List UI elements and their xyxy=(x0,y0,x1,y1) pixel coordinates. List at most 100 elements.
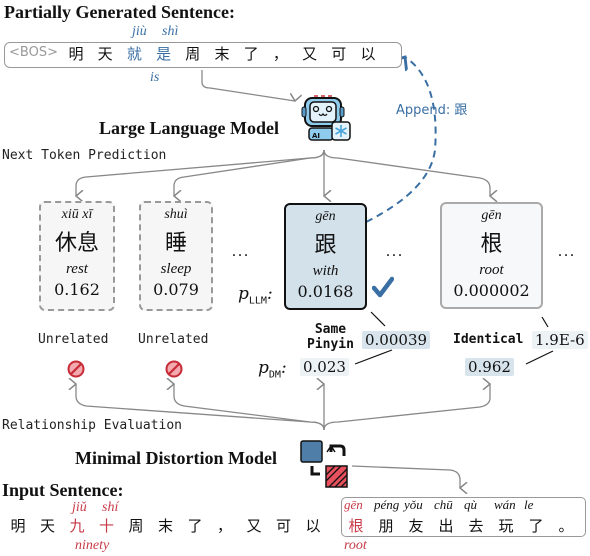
product-line-chosen-top xyxy=(370,311,386,327)
partial-token: 又 xyxy=(302,45,318,63)
partial-token: 就 xyxy=(126,45,142,63)
remaining-token: 去 xyxy=(468,517,484,535)
bos-token: <BOS> xyxy=(9,45,58,60)
error-pinyin-shi: shí xyxy=(102,500,119,515)
candidate-p-llm: 0.0168 xyxy=(297,282,354,301)
partial-token: 天 xyxy=(97,45,113,63)
gloss-is: is xyxy=(150,70,160,85)
input-token: 可 xyxy=(275,517,291,535)
error-pinyin-jiu: jiǔ xyxy=(72,500,87,515)
input-token: 天 xyxy=(39,517,55,535)
candidate-hanzi: 根 xyxy=(480,232,503,257)
candidate-pinyin: shuì xyxy=(164,207,188,222)
candidate-card-sleep: shuì 睡 sleep 0.079 xyxy=(139,201,213,311)
candidate-pinyin: xiū xī xyxy=(61,207,93,222)
remaining-token-pinyin: le xyxy=(524,497,534,512)
remaining-token: 友 xyxy=(408,517,424,535)
input-sentence-title: Input Sentence: xyxy=(2,480,124,500)
remaining-token: 。 xyxy=(558,517,574,535)
llm-to-candidate-4 xyxy=(323,149,490,196)
partial-token: 末 xyxy=(214,45,230,63)
candidate-gloss: sleep xyxy=(160,261,192,277)
candidate-card-rest: xiū xī 休息 rest 0.162 xyxy=(39,201,115,311)
candidate-hanzi: 睡 xyxy=(164,231,187,256)
dm-to-output-arrow xyxy=(351,465,460,488)
partial-token: 以 xyxy=(360,45,376,63)
p-dm-label: pDM: xyxy=(258,358,287,381)
robot-icon: AI xyxy=(301,94,353,146)
partial-token: 了 xyxy=(243,45,259,63)
llm-to-candidate-2 xyxy=(174,149,325,196)
input-token: 九 xyxy=(69,517,85,535)
product-value-root: 1.9E-6 xyxy=(532,331,588,349)
candidate-gloss: rest xyxy=(66,261,88,277)
product-line-plain-bottom xyxy=(525,350,554,365)
p-dm-value-with: 0.023 xyxy=(300,358,349,376)
ellipsis-1: ... xyxy=(232,243,250,260)
relation-same-pinyin: Same Pinyin xyxy=(307,322,354,352)
prohibited-icon-2 xyxy=(165,360,183,378)
prohibited-icon-1 xyxy=(67,360,85,378)
partial-token: 可 xyxy=(331,45,347,63)
gloss-root: root xyxy=(344,538,367,553)
candidate-hanzi: 休息 xyxy=(54,231,99,256)
dm-to-relation-4 xyxy=(323,384,490,431)
sentence-to-llm-arrow xyxy=(201,70,295,101)
input-token: 周 xyxy=(128,517,144,535)
pinyin-jiu: jiù xyxy=(132,24,147,39)
partial-token: ， xyxy=(272,45,288,63)
candidate-card-with: gēn 跟 with 0.0168 xyxy=(284,203,367,310)
remaining-token-pinyin: gēn xyxy=(344,497,363,512)
remaining-token-pinyin: yǒu xyxy=(404,497,423,512)
remaining-token: 根 xyxy=(348,517,364,535)
input-token: 十 xyxy=(98,517,114,535)
candidate-p-llm: 0.000002 xyxy=(453,281,530,300)
dm-to-relation-2 xyxy=(174,384,325,431)
product-value-with: 0.00039 xyxy=(362,331,431,349)
p-llm-label: pLLM: xyxy=(238,284,273,307)
error-gloss-ninety: ninety xyxy=(75,538,110,553)
partial-token: 是 xyxy=(156,45,172,63)
input-token: ， xyxy=(216,517,232,535)
candidate-pinyin: gēn xyxy=(315,209,336,224)
candidate-pinyin: gēn xyxy=(481,208,502,223)
pinyin-shi: shì xyxy=(162,24,179,39)
partial-token: 明 xyxy=(68,45,84,63)
dm-title: Minimal Distortion Model xyxy=(75,448,277,468)
svg-text:AI: AI xyxy=(312,132,320,140)
input-token: 明 xyxy=(10,517,26,535)
candidate-card-root: gēn 根 root 0.000002 xyxy=(440,202,543,309)
append-arrow xyxy=(365,57,437,223)
ellipsis-3: ... xyxy=(558,243,576,260)
remaining-token-pinyin: péng xyxy=(374,497,400,512)
append-label: Append: 跟 xyxy=(396,103,468,118)
partial-token: 周 xyxy=(185,45,201,63)
remaining-token-pinyin: wán xyxy=(494,497,516,512)
p-dm-value-root: 0.962 xyxy=(465,358,514,376)
product-line-plain-top xyxy=(541,316,549,328)
remaining-token: 朋 xyxy=(378,517,394,535)
partial-sentence-title: Partially Generated Sentence: xyxy=(4,2,235,22)
product-line-chosen-bottom xyxy=(354,349,393,365)
remaining-token-pinyin: chū xyxy=(434,497,453,512)
candidate-gloss: with xyxy=(312,263,339,279)
remaining-token: 了 xyxy=(528,517,544,535)
candidate-hanzi: 跟 xyxy=(314,233,337,258)
input-token: 又 xyxy=(246,517,262,535)
candidate-p-llm: 0.162 xyxy=(54,280,100,299)
relation-unrelated-2: Unrelated xyxy=(138,332,209,347)
next-token-prediction-label: Next Token Prediction xyxy=(2,148,167,163)
input-token: 以 xyxy=(305,517,321,535)
relation-unrelated-1: Unrelated xyxy=(38,332,109,347)
relationship-evaluation-label: Relationship Evaluation xyxy=(2,418,183,433)
remaining-token: 出 xyxy=(438,517,454,535)
candidate-gloss: root xyxy=(479,262,504,278)
input-token: 末 xyxy=(157,517,173,535)
llm-title: Large Language Model xyxy=(99,118,279,138)
candidate-p-llm: 0.079 xyxy=(153,280,199,299)
input-token: 了 xyxy=(187,517,203,535)
ellipsis-2: ... xyxy=(386,243,404,260)
dm-swap-icon xyxy=(300,440,352,488)
checkmark-icon xyxy=(371,276,395,298)
remaining-token-pinyin: qù xyxy=(464,497,477,512)
